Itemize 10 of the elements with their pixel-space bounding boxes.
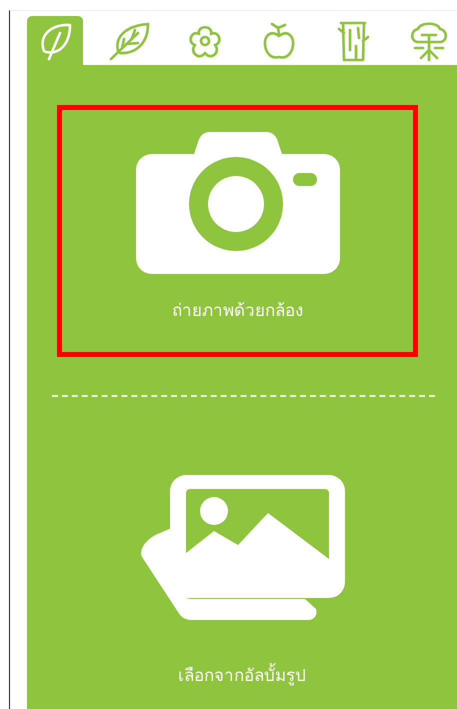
option-label: ถ่ายภาพด้วยกล้อง [172,300,303,322]
highlight-frame[interactable]: ถ่ายภาพด้วยกล้อง [57,105,418,357]
tab[interactable] [27,16,83,65]
camera-icon [136,132,340,274]
photo-stack-icon [140,475,344,620]
tree-icon [409,20,450,62]
apple-icon [262,20,296,60]
leaf-icon [108,20,152,60]
option-label: เลือกจากอัลบั้มรูป [178,665,306,688]
option-area[interactable]: เลือกจากอัลบั้มรูป [27,470,457,692]
